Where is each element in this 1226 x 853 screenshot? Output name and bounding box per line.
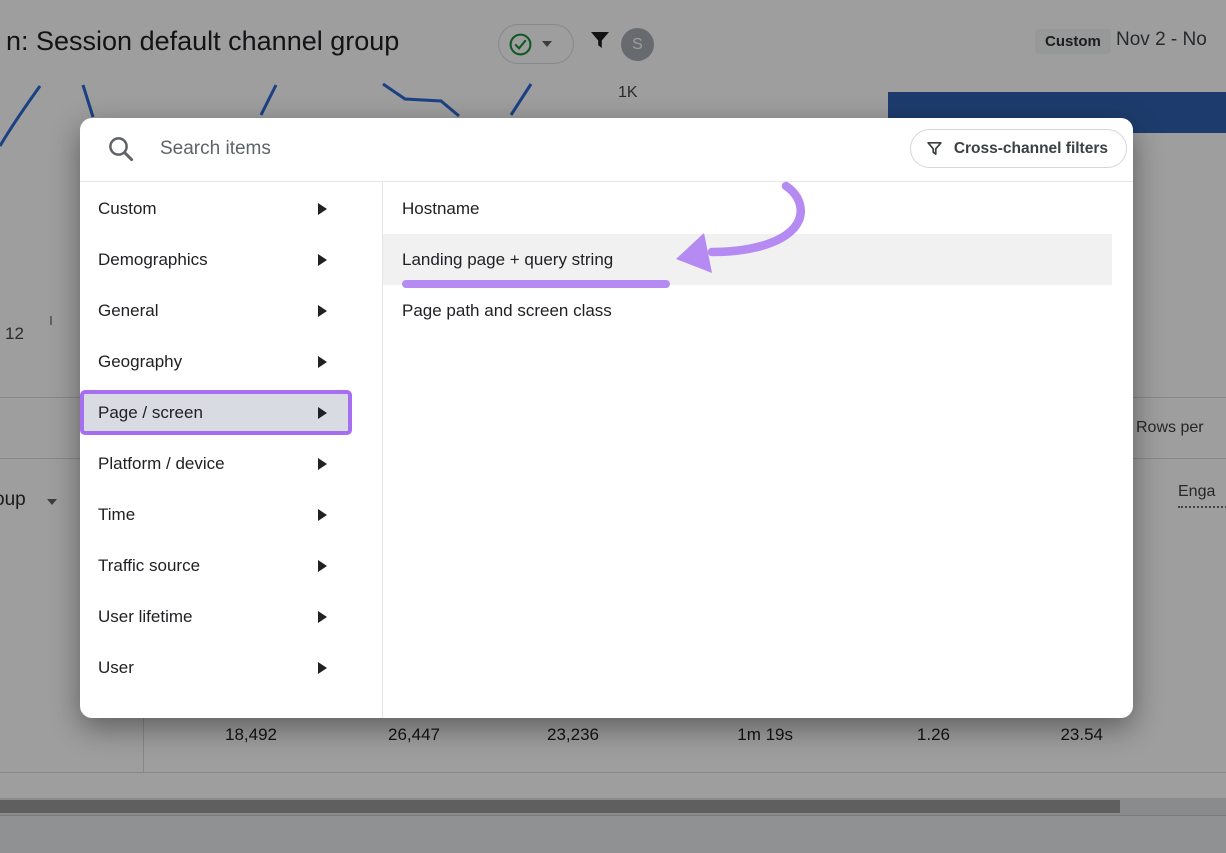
category-label: General (98, 301, 158, 321)
item-label: Hostname (402, 199, 479, 219)
category-label: User lifetime (98, 607, 192, 627)
chevron-right-icon (318, 458, 327, 470)
category-menu: Custom Demographics General Geography (80, 182, 383, 718)
category-user[interactable]: User (80, 642, 382, 693)
item-label: Page path and screen class (402, 301, 612, 321)
category-label: Traffic source (98, 556, 200, 576)
chevron-right-icon (318, 305, 327, 317)
dialog-body: Custom Demographics General Geography (80, 182, 1133, 718)
chevron-right-icon (318, 509, 327, 521)
category-user-lifetime[interactable]: User lifetime (80, 591, 382, 642)
category-custom[interactable]: Custom (80, 183, 382, 234)
dialog-search-row: Cross-channel filters (80, 118, 1133, 181)
category-label: User (98, 658, 134, 678)
category-label: Time (98, 505, 135, 525)
category-label: Demographics (98, 250, 208, 270)
chevron-right-icon (318, 254, 327, 266)
dimension-picker-dialog: Cross-channel filters Custom Demographic… (80, 118, 1133, 718)
item-page-path-screen-class[interactable]: Page path and screen class (383, 285, 1133, 336)
category-demographics[interactable]: Demographics (80, 234, 382, 285)
chevron-right-icon (318, 356, 327, 368)
chevron-right-icon (318, 662, 327, 674)
category-traffic-source[interactable]: Traffic source (80, 540, 382, 591)
filter-funnel-icon (926, 140, 943, 157)
category-page-screen[interactable]: Page / screen (80, 387, 382, 438)
search-input[interactable] (160, 128, 780, 170)
chevron-right-icon (318, 560, 327, 572)
item-hostname[interactable]: Hostname (383, 183, 1133, 234)
dimension-list: Hostname Landing page + query string Pag… (383, 182, 1133, 718)
purple-underline-annotation (402, 280, 670, 288)
category-label: Geography (98, 352, 182, 372)
chevron-right-icon (318, 611, 327, 623)
item-landing-page-query-string[interactable]: Landing page + query string (383, 234, 1112, 285)
category-label: Page / screen (98, 403, 203, 423)
item-label: Landing page + query string (402, 250, 613, 270)
cross-channel-filters-button[interactable]: Cross-channel filters (910, 129, 1127, 168)
category-label: Platform / device (98, 454, 225, 474)
chevron-right-icon (318, 407, 327, 419)
search-icon (106, 134, 136, 164)
category-geography[interactable]: Geography (80, 336, 382, 387)
category-platform-device[interactable]: Platform / device (80, 438, 382, 489)
category-label: Custom (98, 199, 157, 219)
screenshot-stage: n: Session default channel group S Custo… (0, 0, 1226, 853)
cross-channel-filters-label: Cross-channel filters (954, 140, 1108, 158)
category-general[interactable]: General (80, 285, 382, 336)
chevron-right-icon (318, 203, 327, 215)
category-time[interactable]: Time (80, 489, 382, 540)
